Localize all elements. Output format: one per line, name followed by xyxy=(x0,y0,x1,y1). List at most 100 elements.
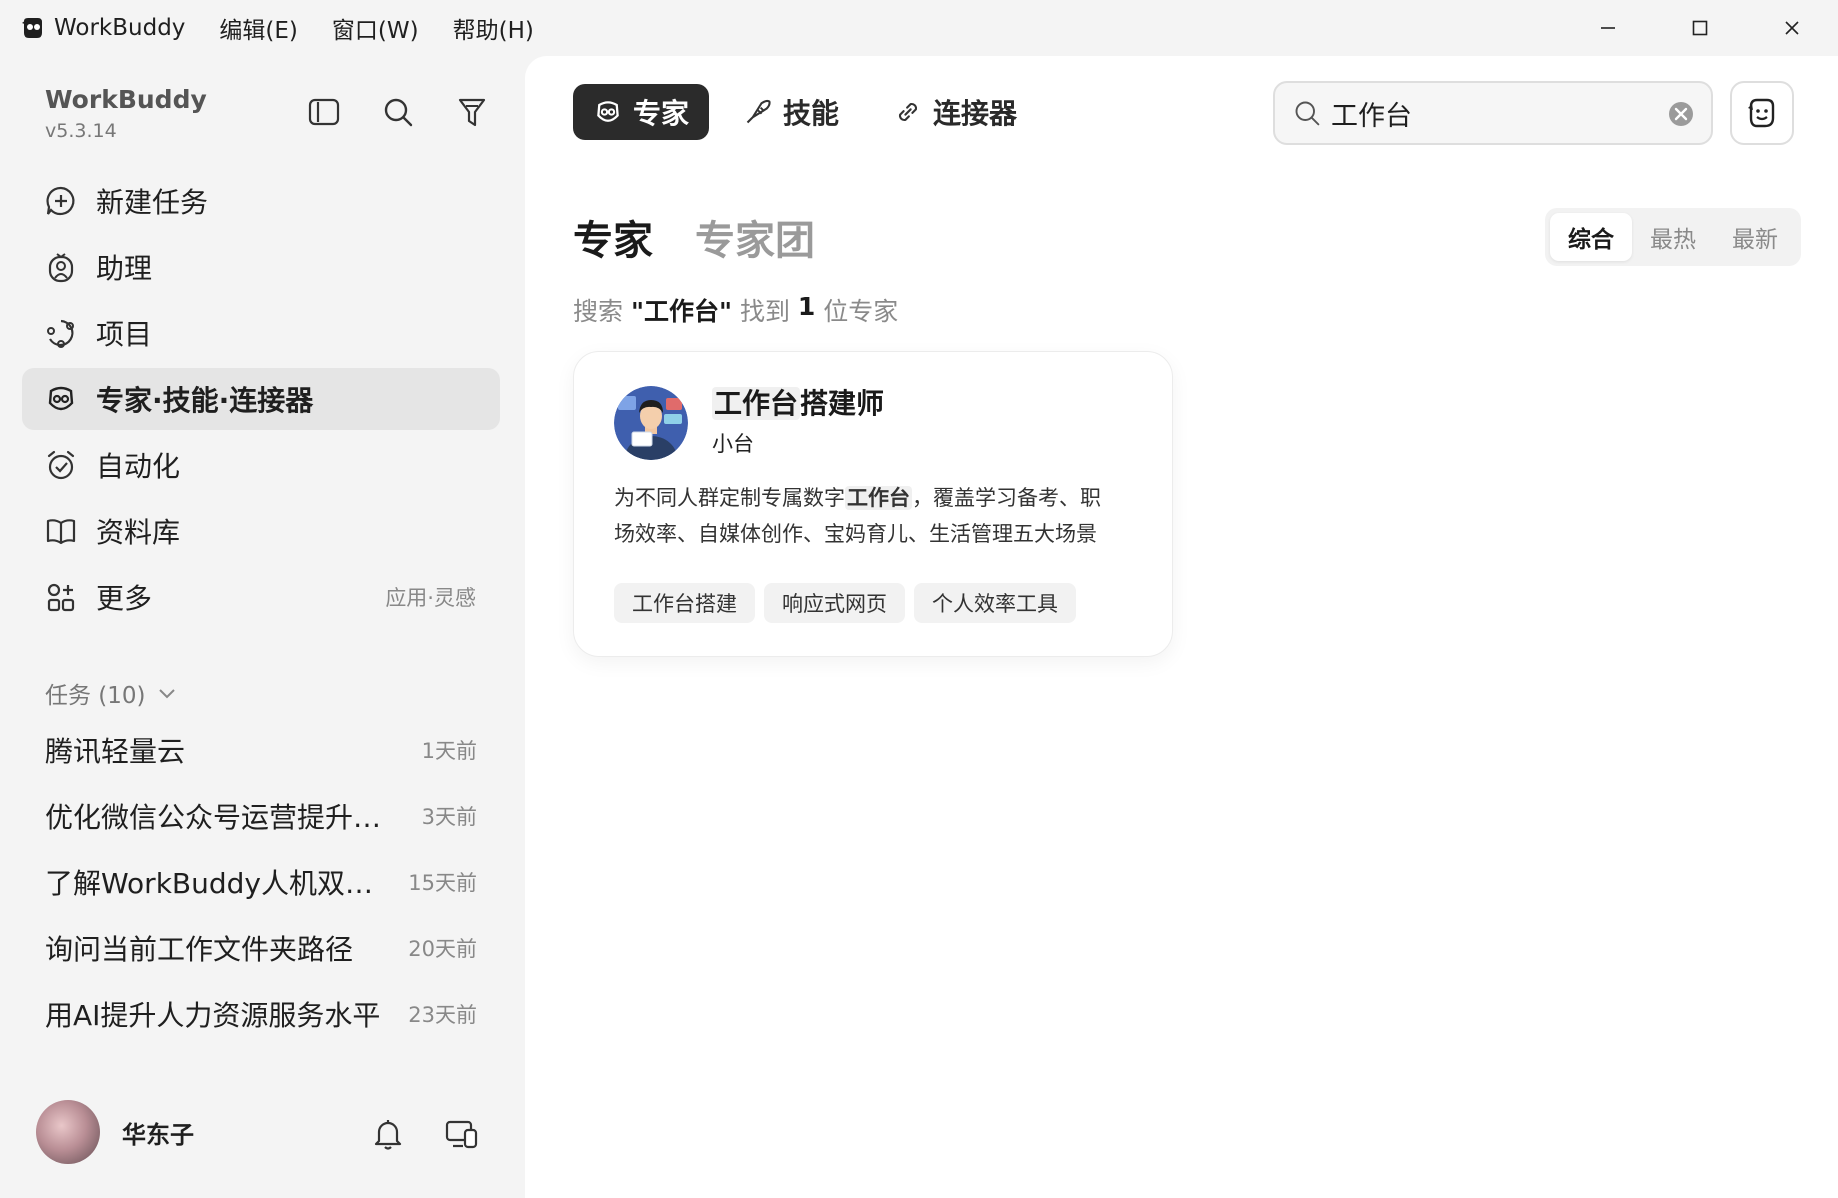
task-time: 23天前 xyxy=(408,1003,477,1027)
maximize-button[interactable] xyxy=(1654,0,1746,56)
tag[interactable]: 工作台搭建 xyxy=(614,583,755,623)
sort-toggle: 综合 最热 最新 xyxy=(1545,208,1801,266)
desc-highlight: 工作台 xyxy=(845,486,912,510)
description-line-2: 场效率、自媒体创作、宝妈育儿、生活管理五大场景 xyxy=(614,522,1097,546)
sidebar-item-new-task[interactable]: 新建任务 xyxy=(22,170,500,232)
apps-icon xyxy=(44,580,78,614)
search-box xyxy=(1273,81,1713,145)
section-tabs: 专家 专家团 xyxy=(573,208,815,266)
window-controls xyxy=(1562,0,1838,56)
sort-hottest[interactable]: 最热 xyxy=(1632,213,1714,261)
user-profile[interactable]: 华东子 xyxy=(36,1100,194,1164)
tasks-header-label: 任务 (10) xyxy=(45,683,146,709)
result-mid: 找到 xyxy=(732,297,798,326)
sidebar-nav: 新建任务 助理 项目 专家·技能·连接器 自动化 资料库 更多 应用·灵感 xyxy=(22,170,500,632)
expert-title-rest: 搭建师 xyxy=(800,387,885,420)
task-item[interactable]: 了解WorkBuddy人机双写模式 15天前 xyxy=(45,849,477,915)
task-item[interactable]: 腾讯轻量云 1天前 xyxy=(45,717,477,783)
sidebar-item-label: 专家·技能·连接器 xyxy=(96,384,314,417)
sort-comprehensive[interactable]: 综合 xyxy=(1550,213,1632,261)
tab-label: 技能 xyxy=(783,97,840,130)
result-query: "工作台" xyxy=(630,297,733,326)
menu-edit[interactable]: 编辑(E) xyxy=(219,11,297,45)
task-item[interactable]: 询问当前工作文件夹路径 20天前 xyxy=(45,915,477,981)
tag[interactable]: 个人效率工具 xyxy=(914,583,1076,623)
book-icon xyxy=(44,514,78,548)
task-time: 1天前 xyxy=(421,739,477,763)
task-item[interactable]: 优化微信公众号运营提升阅读量 3天前 xyxy=(45,783,477,849)
sidebar-toolbar xyxy=(306,94,490,130)
sidebar-item-label: 项目 xyxy=(96,318,153,351)
sort-newest[interactable]: 最新 xyxy=(1714,213,1796,261)
menu-window[interactable]: 窗口(W) xyxy=(332,11,419,45)
assistant-icon xyxy=(44,250,78,284)
task-title: 用AI提升人力资源服务水平 xyxy=(45,999,381,1032)
sidebar-toggle-icon[interactable] xyxy=(306,94,342,130)
avatar[interactable] xyxy=(36,1100,100,1164)
sidebar-item-library[interactable]: 资料库 xyxy=(22,500,500,562)
sidebar-item-more[interactable]: 更多 应用·灵感 xyxy=(22,566,500,628)
result-suffix: 位专家 xyxy=(815,297,899,326)
expert-description: 为不同人群定制专属数字工作台，覆盖学习备考、职 场效率、自媒体创作、宝妈育儿、生… xyxy=(614,480,1144,552)
sidebar-item-experts[interactable]: 专家·技能·连接器 xyxy=(22,368,500,430)
sidebar-item-label: 更多 xyxy=(96,582,153,615)
devices-icon[interactable] xyxy=(444,1116,480,1152)
skill-icon xyxy=(743,97,773,127)
plus-circle-icon xyxy=(44,184,78,218)
chevron-down-icon xyxy=(158,687,176,699)
brand-name: WorkBuddy xyxy=(45,85,207,114)
tab-skills[interactable]: 技能 xyxy=(723,84,859,140)
search-result-summary: 搜索 "工作台" 找到 1 位专家 xyxy=(573,292,898,328)
search-input[interactable] xyxy=(1331,97,1651,129)
tab-connectors[interactable]: 连接器 xyxy=(873,84,1037,140)
task-title: 询问当前工作文件夹路径 xyxy=(45,933,354,966)
expert-title-highlight: 工作台 xyxy=(712,387,801,420)
task-item[interactable]: 用AI提升人力资源服务水平 23天前 xyxy=(45,981,477,1047)
sidebar-item-project[interactable]: 项目 xyxy=(22,302,500,364)
clear-search-icon[interactable] xyxy=(1667,100,1695,128)
alarm-icon xyxy=(44,448,78,482)
sidebar-item-assistant[interactable]: 助理 xyxy=(22,236,500,298)
close-icon xyxy=(1785,21,1799,35)
tag[interactable]: 响应式网页 xyxy=(764,583,905,623)
sidebar-item-label: 助理 xyxy=(96,252,153,285)
expert-card[interactable]: 工作台搭建师 小台 为不同人群定制专属数字工作台，覆盖学习备考、职 场效率、自媒… xyxy=(573,351,1173,657)
close-window-button[interactable] xyxy=(1746,0,1838,56)
minimize-button[interactable] xyxy=(1562,0,1654,56)
sidebar-item-label: 资料库 xyxy=(96,516,181,549)
user-toolbar xyxy=(370,1116,480,1152)
task-time: 20天前 xyxy=(408,937,477,961)
sidebar-item-label: 自动化 xyxy=(96,450,181,483)
tab-experts-section[interactable]: 专家 xyxy=(573,208,653,266)
task-time: 15天前 xyxy=(408,871,477,895)
task-title: 优化微信公众号运营提升阅读量 xyxy=(45,801,395,834)
task-title: 腾讯轻量云 xyxy=(45,735,186,768)
result-count: 1 xyxy=(797,292,816,321)
user-name: 华东子 xyxy=(122,1120,194,1149)
task-title: 了解WorkBuddy人机双写模式 xyxy=(45,867,380,900)
menu-help[interactable]: 帮助(H) xyxy=(453,11,534,45)
desc-text: 为不同人群定制专属数字 xyxy=(614,486,845,510)
tasks-header[interactable]: 任务 (10) xyxy=(45,676,176,710)
sidebar-item-hint: 应用·灵感 xyxy=(385,586,476,610)
app-title: WorkBuddy xyxy=(54,15,186,41)
app-logo-icon xyxy=(20,15,46,41)
search-icon[interactable] xyxy=(380,94,416,130)
expert-avatar xyxy=(614,386,688,460)
task-list: 腾讯轻量云 1天前 优化微信公众号运营提升阅读量 3天前 了解WorkBuddy… xyxy=(45,717,477,1047)
tab-experts[interactable]: 专家 xyxy=(573,84,710,140)
task-time: 3天前 xyxy=(421,805,477,829)
menu-bar: 编辑(E) 窗口(W) 帮助(H) xyxy=(219,11,533,45)
expert-icon xyxy=(44,382,78,416)
description-line-1: 为不同人群定制专属数字工作台，覆盖学习备考、职 xyxy=(614,480,1144,516)
expert-title: 工作台搭建师 xyxy=(712,382,884,422)
tab-expert-teams[interactable]: 专家团 xyxy=(695,208,815,266)
bell-icon[interactable] xyxy=(370,1116,406,1152)
mascot-button[interactable] xyxy=(1730,81,1794,145)
filter-icon[interactable] xyxy=(454,94,490,130)
sidebar-item-automation[interactable]: 自动化 xyxy=(22,434,500,496)
tab-label: 连接器 xyxy=(933,97,1018,130)
maximize-icon xyxy=(1692,20,1708,36)
tab-label: 专家 xyxy=(633,97,690,130)
expert-subtitle: 小台 xyxy=(712,432,754,456)
